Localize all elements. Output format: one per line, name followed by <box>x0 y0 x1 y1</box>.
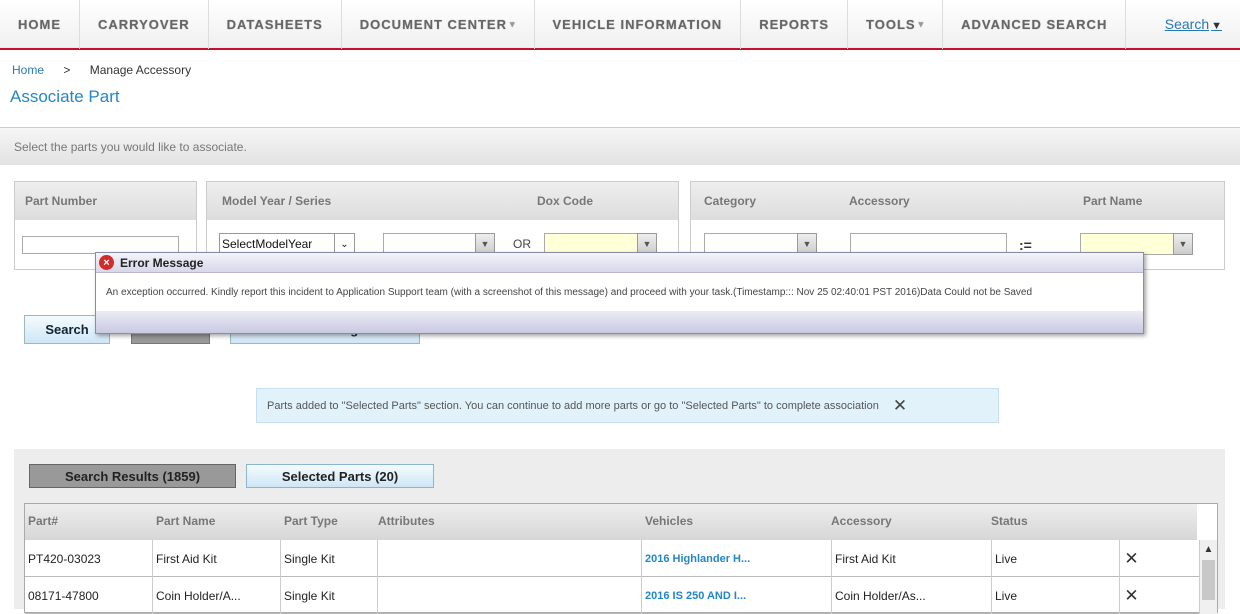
filter-header: Part Number <box>15 182 196 220</box>
nav-label: TOOLS <box>866 16 916 32</box>
tab-search-results[interactable]: Search Results (1859) <box>29 464 236 488</box>
tab-label: Selected Parts (20) <box>281 468 399 484</box>
remove-icon[interactable]: ✕ <box>1120 577 1140 614</box>
part-name-label: Part Name <box>1083 194 1143 208</box>
dialog-footer <box>96 311 1143 333</box>
status-cell: Live <box>992 577 1120 614</box>
nav-label: HOME <box>18 16 61 32</box>
model-year-select-value: SelectModelYear <box>222 237 313 251</box>
nav-label: REPORTS <box>759 16 830 32</box>
top-navigation: HOME CARRYOVER DATASHEETS DOCUMENT CENTE… <box>0 0 1240 50</box>
column-header[interactable]: Vehicles <box>645 514 693 528</box>
column-header[interactable]: Attributes <box>378 514 435 528</box>
page-title: Associate Part <box>10 87 120 106</box>
part-type-cell: Single Kit <box>281 540 378 577</box>
dox-code-label: Dox Code <box>537 194 594 208</box>
vehicles-link[interactable]: 2016 Highlander H... <box>642 540 832 577</box>
breadcrumb-current: Manage Accessory <box>89 63 192 77</box>
nav-label: ADVANCED SEARCH <box>961 16 1108 32</box>
close-icon[interactable]: ✕ <box>893 396 907 416</box>
attributes-cell <box>378 577 642 614</box>
part-number-label: Part Number <box>25 194 98 208</box>
nav-item-advanced-search[interactable]: ADVANCED SEARCH <box>943 0 1127 49</box>
tab-label: Search Results (1859) <box>64 468 201 484</box>
dialog-title: Error Message <box>120 255 204 270</box>
error-message-dialog: × Error Message An exception occurred. K… <box>95 252 1144 334</box>
nav-label: VEHICLE INFORMATION <box>552 16 723 32</box>
part-number-cell: 08171-47800 <box>25 577 153 614</box>
table-row: PT420-03023 First Aid Kit Single Kit 201… <box>25 540 1207 577</box>
scroll-thumb[interactable] <box>1202 560 1215 600</box>
nav-search-link[interactable]: Search ▼ <box>1165 16 1240 32</box>
category-label: Category <box>704 194 757 208</box>
results-table: Part# Part Name Part Type Attributes Veh… <box>24 503 1218 614</box>
list-icon[interactable]: := <box>1019 237 1032 253</box>
tab-selected-parts[interactable]: Selected Parts (20) <box>246 464 434 488</box>
nav-item-tools[interactable]: TOOLS ▾ <box>848 0 944 49</box>
nav-label: DATASHEETS <box>226 16 323 32</box>
accessory-cell: First Aid Kit <box>832 540 992 577</box>
accessory-label: Accessory <box>849 194 910 208</box>
search-button-label: Search <box>45 322 89 337</box>
status-cell: Live <box>992 540 1120 577</box>
table-header-row: Part# Part Name Part Type Attributes Veh… <box>25 504 1197 540</box>
nav-label: CARRYOVER <box>98 16 190 32</box>
error-message-text: An exception occurred. Kindly report thi… <box>106 286 1033 298</box>
error-icon: × <box>99 255 114 270</box>
breadcrumb-separator: > <box>63 63 71 77</box>
chevron-down-icon: ▼ <box>480 239 490 249</box>
filter-header: Category Accessory Part Name <box>691 182 1224 220</box>
instructions-bar: Select the parts you would like to assoc… <box>0 127 1240 165</box>
or-label: OR <box>513 237 531 251</box>
dialog-body: An exception occurred. Kindly report thi… <box>96 273 1143 311</box>
info-notice: Parts added to "Selected Parts" section.… <box>256 388 999 423</box>
nav-item-home[interactable]: HOME <box>0 0 80 49</box>
results-panel: Search Results (1859) Selected Parts (20… <box>14 449 1225 614</box>
caret-down-icon: ▼ <box>1211 20 1222 32</box>
chevron-down-icon: ⌄ <box>334 234 354 254</box>
dialog-title-bar: × Error Message <box>96 253 1143 273</box>
nav-item-reports[interactable]: REPORTS <box>741 0 849 49</box>
chevron-down-icon: ▼ <box>802 239 812 249</box>
part-name-cell: Coin Holder/A... <box>153 577 281 614</box>
breadcrumb-home-link[interactable]: Home <box>12 63 44 77</box>
part-name-cell: First Aid Kit <box>153 540 281 577</box>
accessory-cell: Coin Holder/As... <box>832 577 992 614</box>
nav-item-vehicle-information[interactable]: VEHICLE INFORMATION <box>535 0 742 49</box>
column-header[interactable]: Part# <box>28 514 58 528</box>
part-name-dropdown-button[interactable]: ▼ <box>1173 233 1193 255</box>
nav-label: DOCUMENT CENTER <box>359 16 507 32</box>
chevron-down-icon: ▼ <box>1178 239 1188 249</box>
vertical-scrollbar[interactable]: ▲ <box>1199 540 1217 614</box>
attributes-cell <box>378 540 642 577</box>
part-type-cell: Single Kit <box>281 577 378 614</box>
chevron-down-icon: ▾ <box>509 18 516 29</box>
breadcrumb: Home > Manage Accessory <box>12 63 191 77</box>
scroll-up-icon[interactable]: ▲ <box>1200 540 1217 558</box>
nav-item-datasheets[interactable]: DATASHEETS <box>209 0 342 49</box>
notice-text: Parts added to "Selected Parts" section.… <box>267 399 879 412</box>
instructions-text: Select the parts you would like to assoc… <box>14 139 247 154</box>
column-header[interactable]: Status <box>991 514 1028 528</box>
column-header[interactable]: Accessory <box>831 514 892 528</box>
part-number-cell: PT420-03023 <box>25 540 153 577</box>
table-row: 08171-47800 Coin Holder/A... Single Kit … <box>25 577 1207 614</box>
model-year-series-label: Model Year / Series <box>222 194 332 208</box>
nav-search-label: Search <box>1164 16 1210 32</box>
nav-item-carryover[interactable]: CARRYOVER <box>80 0 209 49</box>
vehicles-link[interactable]: 2016 IS 250 AND I... <box>642 577 832 614</box>
chevron-down-icon: ▾ <box>918 18 925 29</box>
filter-header: Model Year / Series Dox Code <box>207 182 678 220</box>
chevron-down-icon: ▼ <box>642 239 652 249</box>
column-header[interactable]: Part Name <box>156 514 215 528</box>
column-header[interactable]: Part Type <box>284 514 338 528</box>
nav-item-document-center[interactable]: DOCUMENT CENTER ▾ <box>342 0 535 49</box>
remove-icon[interactable]: ✕ <box>1120 540 1140 577</box>
